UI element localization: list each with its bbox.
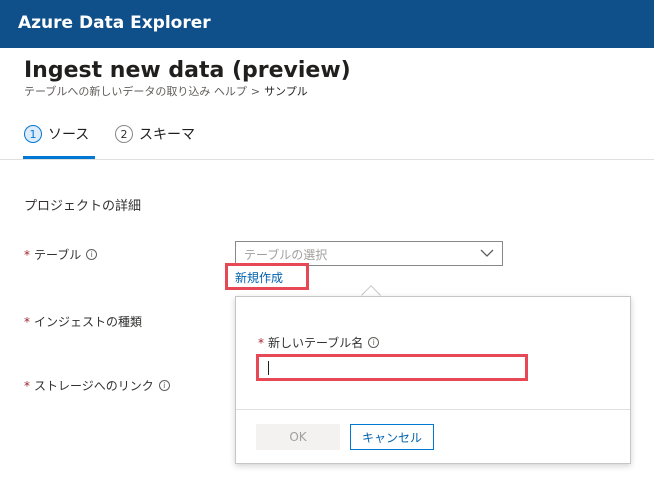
tab-schema[interactable]: 2 スキーマ — [115, 122, 195, 146]
ingestion-type-field-label: * インジェストの種類 — [24, 313, 142, 330]
storage-link-label-text: ストレージへのリンク — [34, 379, 154, 393]
create-new-link[interactable]: 新規作成 — [235, 269, 283, 286]
callout-footer-divider — [236, 409, 630, 410]
top-bar: Azure Data Explorer — [0, 0, 654, 48]
active-tab-indicator — [23, 156, 95, 159]
breadcrumb-separator: > — [250, 85, 261, 98]
info-icon[interactable]: i — [158, 380, 170, 391]
step-number-badge: 1 — [24, 125, 42, 143]
tab-label: ソース — [48, 127, 90, 143]
page-title: Ingest new data (preview) — [24, 58, 351, 83]
new-table-name-highlight — [256, 354, 528, 381]
section-title-project-details: プロジェクトの詳細 — [24, 199, 142, 214]
tab-source[interactable]: 1 ソース — [24, 122, 89, 146]
table-select-placeholder: テーブルの選択 — [244, 248, 328, 262]
cancel-button[interactable]: キャンセル — [350, 424, 434, 450]
info-icon[interactable]: i — [368, 337, 380, 348]
breadcrumb-link-help[interactable]: テーブルへの新しいデータの取り込み ヘルプ — [24, 85, 247, 98]
required-marker: * — [258, 335, 264, 350]
ingestion-type-label-text: インジェストの種類 — [34, 315, 143, 329]
tab-label: スキーマ — [139, 127, 195, 143]
required-marker: * — [24, 378, 30, 393]
breadcrumb: テーブルへの新しいデータの取り込み ヘルプ > サンプル — [24, 83, 308, 99]
new-table-name-label-text: 新しいテーブル名 — [268, 336, 364, 350]
required-marker: * — [24, 247, 30, 262]
info-icon[interactable]: i — [86, 249, 98, 260]
table-label-text: テーブル — [34, 248, 82, 262]
new-table-name-input[interactable] — [261, 359, 523, 376]
table-field-label: * テーブル i — [24, 246, 98, 263]
chevron-down-icon — [480, 249, 494, 257]
create-new-highlight: 新規作成 — [225, 263, 309, 290]
breadcrumb-current: サンプル — [264, 85, 308, 98]
new-table-name-label: * 新しいテーブル名 i — [258, 334, 380, 351]
storage-link-field-label: * ストレージへのリンク i — [24, 377, 170, 394]
wizard-tabs: 1 ソース 2 スキーマ — [0, 115, 654, 160]
step-number-badge: 2 — [115, 125, 133, 143]
text-caret — [268, 361, 269, 375]
required-marker: * — [24, 314, 30, 329]
app-title: Azure Data Explorer — [18, 13, 211, 33]
ok-button[interactable]: OK — [256, 424, 340, 450]
